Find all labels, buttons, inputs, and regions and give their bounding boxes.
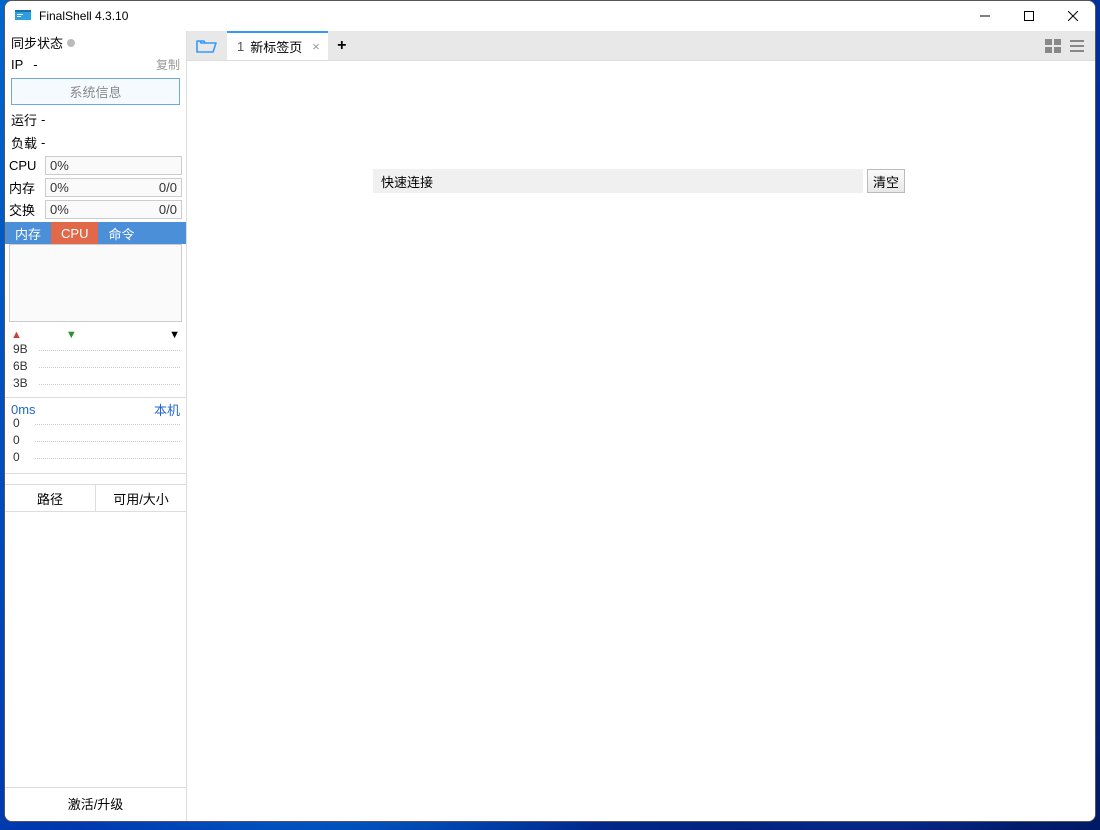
upload-icon: ▲ xyxy=(11,329,22,341)
sync-status-dot-icon xyxy=(67,39,75,47)
load-label: 负载 xyxy=(11,133,37,152)
app-title: FinalShell 4.3.10 xyxy=(39,9,128,23)
tab-cmd[interactable]: 命令 xyxy=(98,222,144,244)
swap-bar: 0% 0/0 xyxy=(45,200,182,219)
tab-memory[interactable]: 内存 xyxy=(5,222,51,244)
memory-meter: 内存 0% 0/0 xyxy=(5,176,186,198)
swap-meter: 交换 0% 0/0 xyxy=(5,198,186,220)
activate-upgrade-button[interactable]: 激活/升级 xyxy=(5,787,186,821)
disk-table-body xyxy=(5,512,186,787)
close-button[interactable] xyxy=(1051,1,1095,31)
clear-button[interactable]: 清空 xyxy=(867,169,905,193)
net-y-2: 3B xyxy=(13,376,28,393)
ping-y-2: 0 xyxy=(13,450,20,467)
sync-status-label: 同步状态 xyxy=(11,33,63,52)
ping-graph: 0 0 0 xyxy=(5,416,186,474)
disk-col-size[interactable]: 可用/大小 xyxy=(96,485,186,511)
tab-cpu[interactable]: CPU xyxy=(51,222,98,244)
cpu-meter: CPU 0% xyxy=(5,154,186,176)
titlebar: FinalShell 4.3.10 xyxy=(5,1,1095,31)
copy-button[interactable]: 复制 xyxy=(156,56,180,73)
ip-label: IP xyxy=(11,57,23,72)
list-icon xyxy=(1070,40,1084,52)
disk-col-path[interactable]: 路径 xyxy=(5,485,96,511)
open-folder-button[interactable] xyxy=(187,31,227,60)
tab-active[interactable]: 1 新标签页 × xyxy=(227,31,328,60)
runtime-label: 运行 xyxy=(11,110,37,129)
network-indicator-row: ▲ ▼ ▼ xyxy=(5,326,186,342)
network-graph: 9B 6B 3B xyxy=(5,342,186,398)
add-tab-button[interactable]: + xyxy=(328,31,356,60)
main-area: 1 新标签页 × + xyxy=(187,31,1095,821)
ping-row: 0ms 本机 xyxy=(5,398,186,416)
grid-view-button[interactable] xyxy=(1041,31,1065,60)
runtime-value: - xyxy=(41,112,45,127)
tab-index: 1 xyxy=(237,39,244,54)
quick-connect-bar: 快速连接 清空 xyxy=(373,169,905,193)
tab-bar: 1 新标签页 × + xyxy=(187,31,1095,61)
app-icon xyxy=(15,10,31,22)
net-y-0: 9B xyxy=(13,342,28,359)
chart-tabs: 内存 CPU 命令 xyxy=(5,222,186,244)
memory-bar: 0% 0/0 xyxy=(45,178,182,197)
download-icon: ▼ xyxy=(66,329,77,341)
net-y-1: 6B xyxy=(13,359,28,376)
folder-open-icon xyxy=(196,38,218,54)
minimize-button[interactable] xyxy=(963,1,1007,31)
quick-connect-label[interactable]: 快速连接 xyxy=(373,169,863,193)
app-window: FinalShell 4.3.10 同步状态 IP - 复制 系统信息 运 xyxy=(4,0,1096,822)
tab-label: 新标签页 xyxy=(250,37,302,56)
sidebar: 同步状态 IP - 复制 系统信息 运行 - 负载 - CPU 0% xyxy=(5,31,187,821)
grid-icon xyxy=(1045,39,1061,53)
disk-table-header: 路径 可用/大小 xyxy=(5,484,186,512)
ip-value: - xyxy=(33,57,37,72)
maximize-button[interactable] xyxy=(1007,1,1051,31)
dropdown-icon[interactable]: ▼ xyxy=(169,329,180,341)
ping-value: 0ms xyxy=(11,402,36,417)
list-view-button[interactable] xyxy=(1065,31,1089,60)
ping-y-0: 0 xyxy=(13,416,20,433)
chart-area xyxy=(9,244,182,322)
system-info-button[interactable]: 系统信息 xyxy=(11,78,180,105)
tab-close-icon[interactable]: × xyxy=(312,39,320,54)
cpu-bar: 0% xyxy=(45,156,182,175)
load-value: - xyxy=(41,135,45,150)
ping-y-1: 0 xyxy=(13,433,20,450)
content-area: 快速连接 清空 xyxy=(187,61,1095,821)
